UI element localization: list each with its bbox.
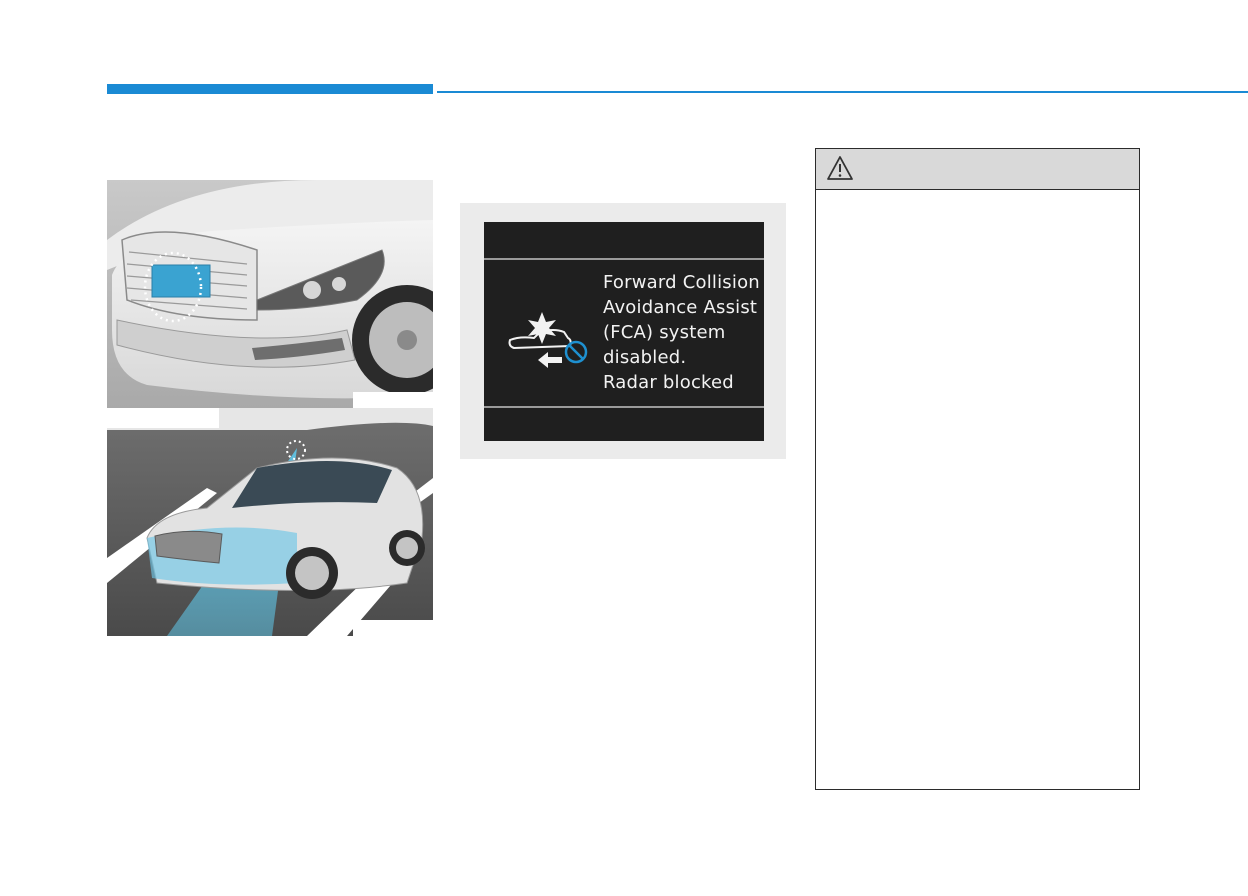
cluster-message-line: Radar blocked xyxy=(603,372,734,393)
cluster-message-line: Avoidance Assist xyxy=(603,297,758,318)
car-front-radar-illustration xyxy=(107,180,433,408)
header-rule xyxy=(437,91,1248,93)
cluster-message-line: disabled. xyxy=(603,347,687,368)
cluster-message-line: (FCA) system xyxy=(603,322,726,343)
cluster-message-line: Forward Collision xyxy=(603,272,760,293)
cluster-divider-bottom xyxy=(484,406,764,408)
figure-label-plate xyxy=(107,408,219,428)
side-view-radar-figure xyxy=(107,408,433,636)
cluster-display-figure: Forward Collision Avoidance Assist (FCA)… xyxy=(460,203,786,459)
fca-disabled-icon xyxy=(508,312,588,368)
cluster-divider-top xyxy=(484,258,764,260)
car-side-radar-illustration xyxy=(107,408,433,636)
figure-label-plate xyxy=(353,392,433,408)
cluster-screen: Forward Collision Avoidance Assist (FCA)… xyxy=(484,222,764,441)
warning-triangle-icon xyxy=(827,156,853,180)
front-grille-radar-figure xyxy=(107,180,433,408)
warning-header xyxy=(816,149,1139,190)
cluster-message: Forward Collision Avoidance Assist (FCA)… xyxy=(603,270,764,395)
header-accent-bar xyxy=(107,84,433,94)
warning-box xyxy=(815,148,1140,790)
figure-label-plate xyxy=(353,620,433,636)
